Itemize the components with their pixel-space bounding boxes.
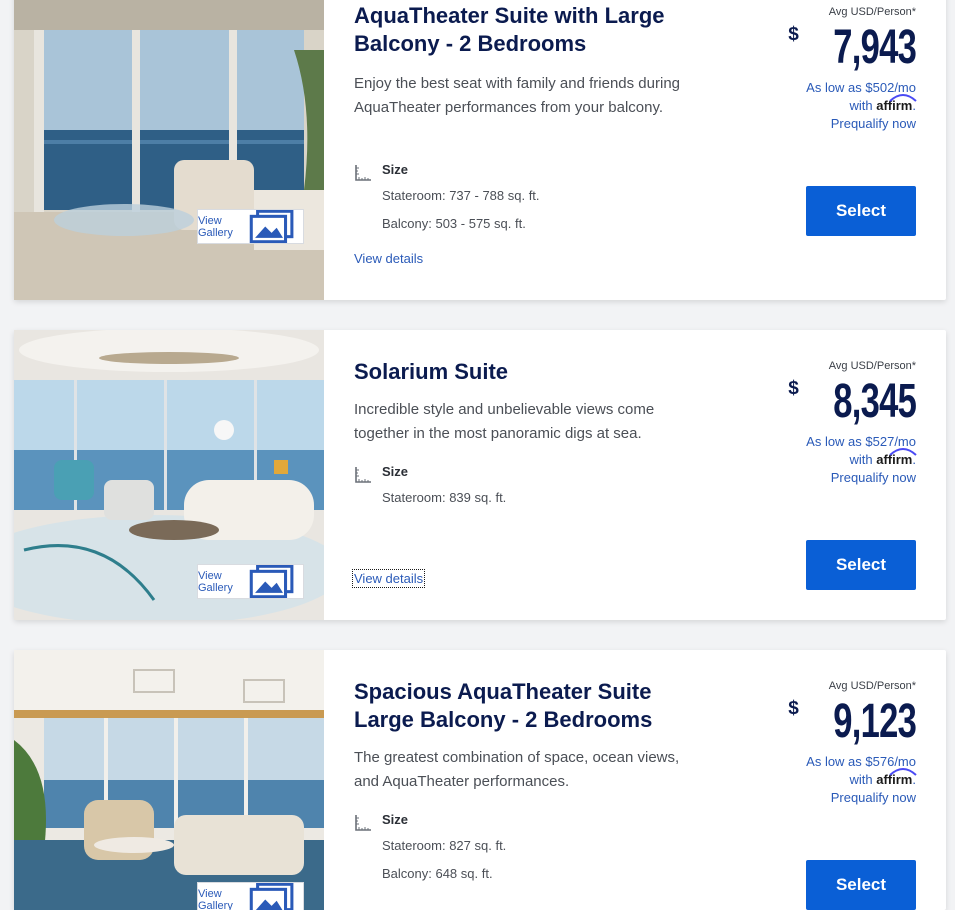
- size-ruler-icon: [354, 814, 372, 832]
- stateroom-size: Stateroom: 737 - 788 sq. ft.: [382, 188, 540, 203]
- room-photo[interactable]: View Gallery: [14, 650, 324, 910]
- balcony-size: Balcony: 648 sq. ft.: [382, 866, 493, 881]
- prequalify-link[interactable]: Prequalify now: [806, 469, 916, 487]
- room-title: Solarium Suite: [354, 358, 694, 386]
- price: $7,943: [788, 22, 916, 74]
- room-card-solarium-suite: View Gallery Solarium Suite Incredible s…: [14, 330, 946, 620]
- affirm-arc-icon: [888, 92, 918, 102]
- size-ruler-icon: [354, 164, 372, 182]
- select-button[interactable]: Select: [806, 540, 916, 590]
- select-button[interactable]: Select: [806, 860, 916, 910]
- room-card-aquatheater-suite: View Gallery AquaTheater Suite with Larg…: [14, 0, 946, 300]
- gallery-icon: [240, 565, 303, 598]
- select-button[interactable]: Select: [806, 186, 916, 236]
- avg-price-label: Avg USD/Person*: [829, 680, 916, 692]
- affirm-arc-icon: [888, 446, 918, 456]
- price: $9,123: [788, 696, 916, 748]
- avg-price-label: Avg USD/Person*: [829, 360, 916, 372]
- balcony-size: Balcony: 503 - 575 sq. ft.: [382, 216, 526, 231]
- affirm-logo: affirm: [876, 98, 912, 113]
- currency-symbol: $: [788, 24, 799, 45]
- currency-symbol: $: [788, 698, 799, 719]
- room-photo[interactable]: View Gallery: [14, 330, 324, 620]
- financing-info: As low as $576/mo with affirm. Prequalif…: [806, 753, 916, 807]
- room-description: Enjoy the best seat with family and frie…: [354, 72, 684, 120]
- affirm-line: with affirm.: [806, 97, 916, 115]
- affirm-line: with affirm.: [806, 771, 916, 789]
- room-description: Incredible style and unbelievable views …: [354, 398, 684, 446]
- size-label: Size: [382, 162, 408, 177]
- room-title: AquaTheater Suite with Large Balcony - 2…: [354, 2, 694, 58]
- view-gallery-label: View Gallery: [198, 888, 233, 910]
- view-details-link[interactable]: View details: [354, 251, 423, 266]
- affirm-logo: affirm: [876, 452, 912, 467]
- size-label: Size: [382, 812, 408, 827]
- view-gallery-button[interactable]: View Gallery: [197, 209, 304, 244]
- avg-price-label: Avg USD/Person*: [829, 6, 916, 18]
- gallery-icon: [240, 210, 303, 243]
- price-amount: 7,943: [833, 22, 916, 74]
- price-amount: 8,345: [833, 376, 916, 428]
- affirm-logo: affirm: [876, 772, 912, 787]
- spacious-aquatheater-suite-image: [14, 650, 324, 910]
- with-text: with: [850, 452, 873, 467]
- view-gallery-label: View Gallery: [198, 215, 233, 239]
- currency-symbol: $: [788, 378, 799, 399]
- view-gallery-button[interactable]: View Gallery: [197, 882, 304, 910]
- affirm-arc-icon: [888, 766, 918, 776]
- stateroom-size: Stateroom: 839 sq. ft.: [382, 490, 506, 505]
- affirm-line: with affirm.: [806, 451, 916, 469]
- view-gallery-label: View Gallery: [198, 570, 233, 594]
- financing-info: As low as $502/mo with affirm. Prequalif…: [806, 79, 916, 133]
- aquatheater-suite-image: [14, 0, 324, 300]
- room-title: Spacious AquaTheater Suite Large Balcony…: [354, 678, 694, 734]
- financing-info: As low as $527/mo with affirm. Prequalif…: [806, 433, 916, 487]
- view-gallery-button[interactable]: View Gallery: [197, 564, 304, 599]
- prequalify-link[interactable]: Prequalify now: [806, 115, 916, 133]
- with-text: with: [850, 772, 873, 787]
- room-photo[interactable]: View Gallery: [14, 0, 324, 300]
- stateroom-size: Stateroom: 827 sq. ft.: [382, 838, 506, 853]
- prequalify-link[interactable]: Prequalify now: [806, 789, 916, 807]
- price-amount: 9,123: [833, 696, 916, 748]
- price: $8,345: [788, 376, 916, 428]
- size-label: Size: [382, 464, 408, 479]
- room-description: The greatest combination of space, ocean…: [354, 746, 684, 794]
- with-text: with: [850, 98, 873, 113]
- view-details-link[interactable]: View details: [354, 571, 423, 586]
- room-card-spacious-aquatheater-suite: View Gallery Spacious AquaTheater Suite …: [14, 650, 946, 910]
- size-ruler-icon: [354, 466, 372, 484]
- gallery-icon: [240, 883, 303, 910]
